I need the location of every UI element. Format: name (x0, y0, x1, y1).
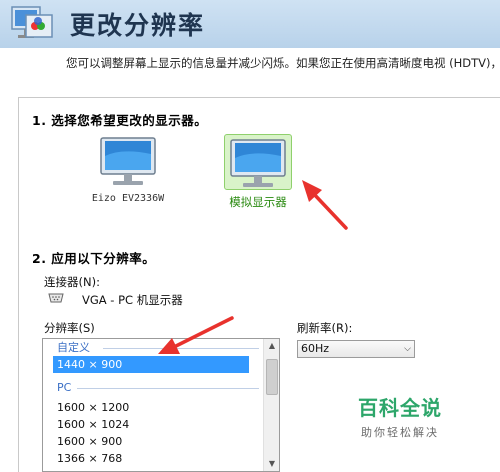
watermark-subtitle: 助你轻松解决 (361, 426, 439, 439)
refresh-rate-label: 刷新率(R): (297, 321, 353, 335)
section-apply-resolution-title: 2. 应用以下分辨率。 (32, 251, 156, 266)
monitor-icon (230, 139, 286, 187)
header-bar: 更改分辨率 (0, 0, 500, 48)
listbox-scrollbar[interactable]: ▲ ▼ (263, 339, 279, 471)
section-select-display-title: 1. 选择您希望更改的显示器。 (32, 113, 208, 128)
chevron-down-icon: ⌵ (404, 344, 411, 354)
list-item[interactable]: 1600 × 1200 (43, 399, 265, 416)
monitor-icon (100, 137, 156, 185)
watermark-logo: 百科全说 助你轻松解决 (330, 392, 470, 450)
page-description: 您可以调整屏幕上显示的信息量并减少闪烁。如果您正在使用高清晰度电视 (HDTV)… (66, 56, 500, 70)
page-title: 更改分辨率 (70, 11, 206, 40)
resolution-label: 分辨率(S) (44, 321, 95, 335)
monitor-analog[interactable]: 模拟显示器 (220, 134, 296, 210)
list-group-custom: 自定义 (43, 339, 279, 356)
resolution-listbox[interactable]: 自定义 1440 × 900 PC 1600 × 1200 1600 × 102… (42, 338, 280, 472)
list-item[interactable]: 1366 × 768 (43, 450, 265, 467)
group-label: 自定义 (57, 341, 90, 354)
scroll-thumb[interactable] (266, 359, 278, 395)
list-group-pc: PC (43, 379, 279, 396)
monitor-label: Eizo EV2336W (91, 193, 165, 204)
monitor-label: 模拟显示器 (229, 195, 287, 209)
group-label: PC (57, 381, 72, 394)
vga-connector-icon (48, 293, 64, 303)
display-settings-icon (11, 6, 53, 38)
list-item-selected[interactable]: 1440 × 900 (53, 356, 249, 373)
scroll-down-icon[interactable]: ▼ (264, 457, 279, 471)
watermark-title: 百科全说 (358, 396, 442, 420)
monitor-eizo[interactable]: Eizo EV2336W (82, 133, 174, 204)
refresh-rate-value: 60Hz (301, 342, 330, 355)
connector-label: 连接器(N): (44, 275, 100, 289)
scroll-up-icon[interactable]: ▲ (264, 339, 279, 353)
list-item[interactable]: 1600 × 900 (43, 433, 265, 450)
refresh-rate-dropdown[interactable]: 60Hz ⌵ (297, 340, 415, 358)
connector-value: VGA - PC 机显示器 (82, 293, 183, 307)
list-item[interactable]: 1600 × 1024 (43, 416, 265, 433)
